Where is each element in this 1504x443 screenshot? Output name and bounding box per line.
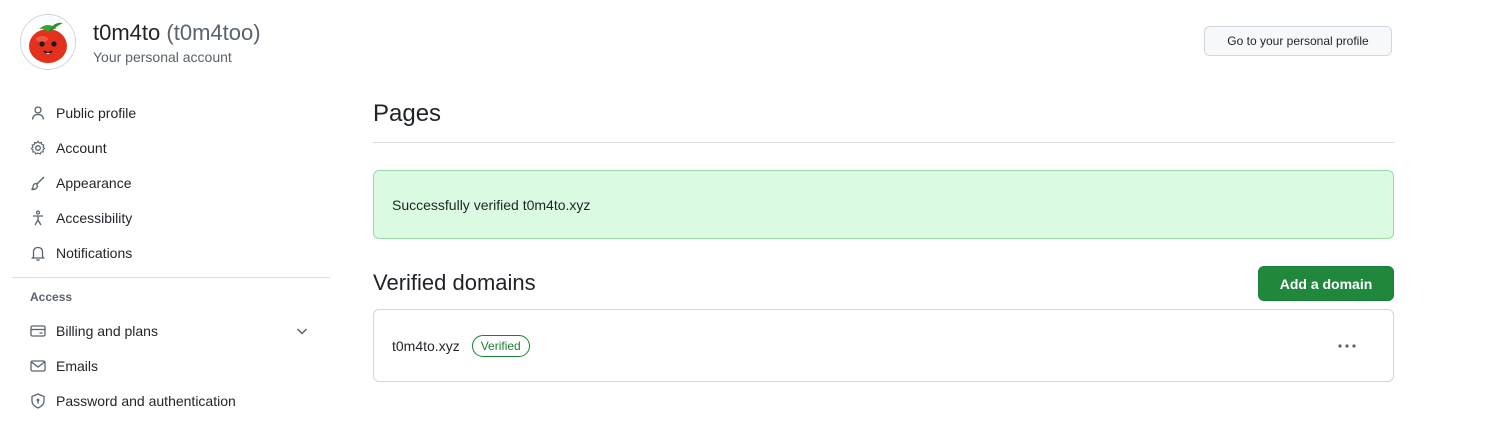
avatar[interactable] xyxy=(20,14,76,70)
sidebar-item-label: Accessibility xyxy=(56,209,133,226)
add-domain-button[interactable]: Add a domain xyxy=(1258,266,1394,301)
sidebar-item-notifications[interactable]: Notifications xyxy=(12,235,330,270)
domain-list-item: t0m4to.xyz Verified xyxy=(373,309,1394,382)
account-name: t0m4to xyxy=(93,20,161,45)
sidebar-item-label: Password and authentication xyxy=(56,392,236,409)
sidebar-item-password[interactable]: Password and authentication xyxy=(12,383,330,418)
account-title: t0m4to (t0m4too) xyxy=(93,19,261,47)
sidebar-item-appearance[interactable]: Appearance xyxy=(12,165,330,200)
account-subtitle: Your personal account xyxy=(93,49,232,65)
person-icon xyxy=(30,105,46,121)
sidebar-item-emails[interactable]: Emails xyxy=(12,348,330,383)
accessibility-icon xyxy=(30,209,46,226)
sidebar-item-accessibility[interactable]: Accessibility xyxy=(12,200,330,235)
page-title: Pages xyxy=(373,100,442,127)
chevron-down-icon[interactable] xyxy=(294,323,310,339)
sidebar-item-label: Appearance xyxy=(56,174,132,191)
sidebar-item-label: Notifications xyxy=(56,244,133,261)
account-header: t0m4to (t0m4too) Your personal account xyxy=(20,14,261,70)
title-divider xyxy=(373,142,1394,143)
gear-icon xyxy=(30,139,46,156)
settings-page: t0m4to (t0m4too) Your personal account G… xyxy=(0,0,1504,443)
status-badge: Verified xyxy=(471,334,530,357)
sidebar-item-billing[interactable]: Billing and plans xyxy=(12,313,330,348)
shield-lock-icon xyxy=(30,392,46,409)
domain-name: t0m4to.xyz xyxy=(392,337,460,354)
sidebar-heading-access: Access xyxy=(30,290,73,304)
go-to-profile-button[interactable]: Go to your personal profile xyxy=(1204,26,1392,56)
settings-sidebar: Public profile Account Appearance Access… xyxy=(12,95,330,418)
sidebar-item-label: Emails xyxy=(56,357,99,374)
bell-icon xyxy=(30,245,46,261)
kebab-menu-icon[interactable] xyxy=(1335,335,1359,357)
account-login: (t0m4too) xyxy=(166,20,261,45)
mail-icon xyxy=(30,358,46,374)
sidebar-item-label: Public profile xyxy=(56,104,137,121)
sidebar-item-account[interactable]: Account xyxy=(12,130,330,165)
sidebar-item-label: Account xyxy=(56,139,107,156)
success-flash: Successfully verified t0m4to.xyz xyxy=(373,170,1394,239)
paintbrush-icon xyxy=(30,175,46,191)
tomato-avatar-icon xyxy=(29,22,67,63)
sidebar-item-label: Billing and plans xyxy=(56,322,158,339)
flash-message: Successfully verified t0m4to.xyz xyxy=(392,196,591,213)
sidebar-divider xyxy=(12,277,330,278)
verified-domains-title: Verified domains xyxy=(373,270,536,295)
credit-card-icon xyxy=(30,323,46,339)
sidebar-item-public-profile[interactable]: Public profile xyxy=(12,95,330,130)
